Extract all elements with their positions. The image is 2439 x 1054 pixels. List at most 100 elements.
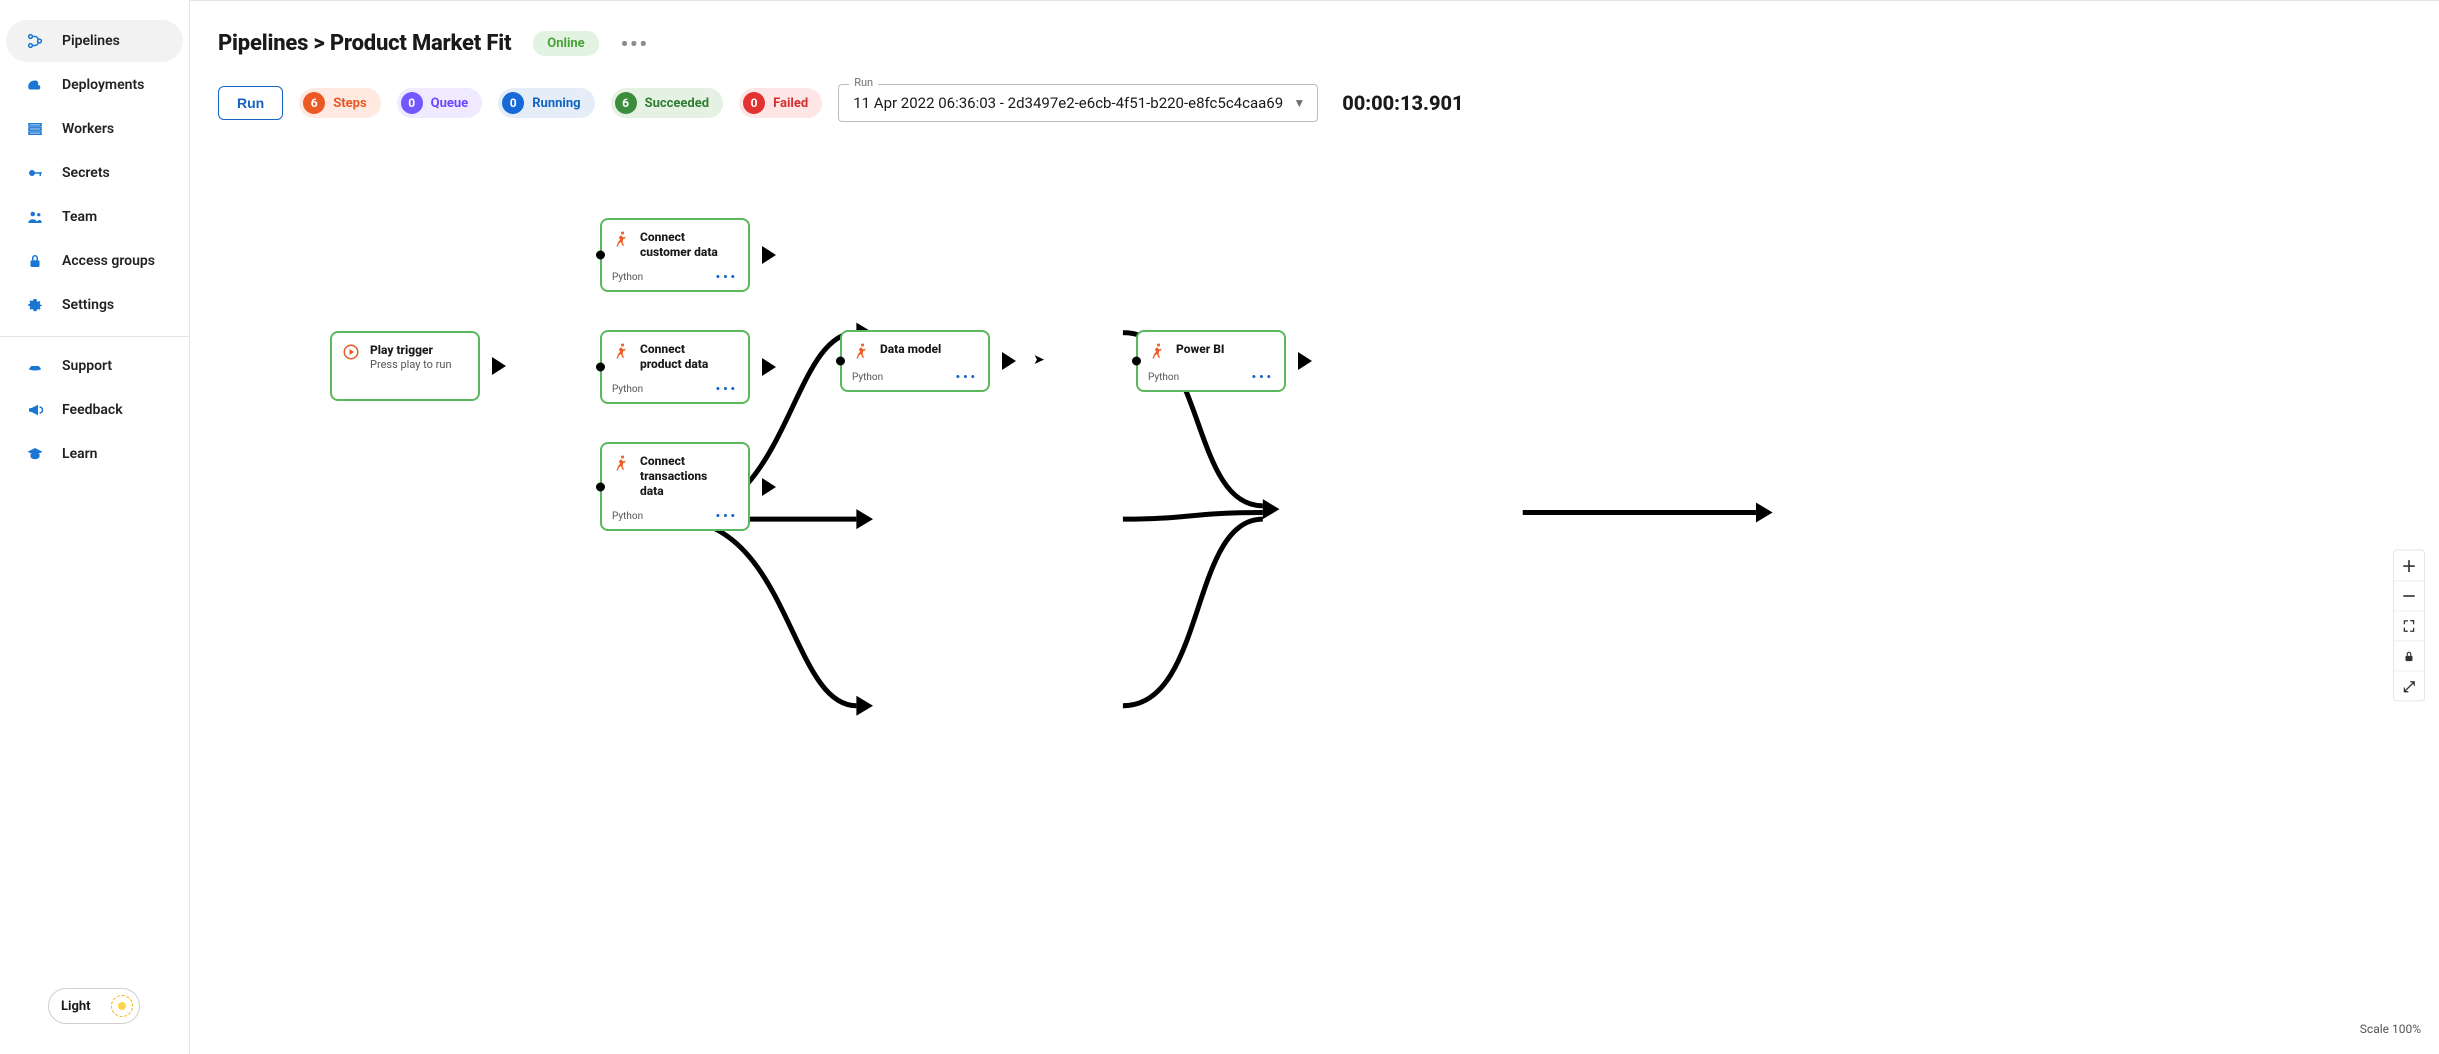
scale-label: Scale 100% — [2360, 1022, 2421, 1036]
node-menu-button[interactable]: ••• — [716, 270, 738, 284]
chip-succeeded-label: Succeeded — [645, 96, 710, 111]
toolbar: Run 6 Steps 0 Queue 0 Running 6 Succeede… — [190, 76, 2439, 136]
node-title: Connect transactions data — [640, 454, 728, 499]
sidebar-item-support[interactable]: Support — [6, 345, 183, 387]
run-button[interactable]: Run — [218, 86, 283, 120]
chip-steps-count: 6 — [303, 92, 325, 114]
status-badge: Online — [533, 31, 598, 56]
chip-queue-label: Queue — [431, 96, 469, 111]
node-lang: Python — [612, 384, 643, 395]
sidebar-item-workers[interactable]: Workers — [6, 108, 183, 150]
runner-icon — [1148, 342, 1166, 360]
secrets-icon — [26, 164, 44, 182]
node-connect-transactions-data[interactable]: Connect transactions data Python ••• — [600, 442, 750, 531]
run-select-legend: Run — [849, 76, 878, 89]
sidebar-item-label: Access groups — [62, 253, 155, 269]
sidebar-item-deployments[interactable]: Deployments — [6, 64, 183, 106]
sidebar-item-settings[interactable]: Settings — [6, 284, 183, 326]
sidebar-item-label: Team — [62, 209, 97, 225]
lock-canvas-button[interactable] — [2394, 640, 2424, 670]
support-icon — [26, 357, 44, 375]
sidebar-item-access-groups[interactable]: Access groups — [6, 240, 183, 282]
chip-failed[interactable]: 0 Failed — [739, 88, 822, 118]
chip-failed-label: Failed — [773, 96, 808, 111]
header-menu-button[interactable]: ••• — [621, 38, 649, 50]
sidebar-item-label: Feedback — [62, 402, 123, 418]
megaphone-icon — [26, 401, 44, 419]
node-menu-button[interactable]: ••• — [1252, 370, 1274, 384]
node-input-port[interactable] — [836, 357, 845, 366]
sidebar-divider — [0, 336, 189, 337]
node-lang: Python — [1148, 372, 1179, 383]
sidebar-item-team[interactable]: Team — [6, 196, 183, 238]
sidebar-item-label: Deployments — [62, 77, 144, 93]
zoom-out-button[interactable]: － — [2394, 580, 2424, 610]
play-icon — [342, 343, 360, 361]
node-output-port[interactable] — [762, 246, 776, 264]
node-input-port[interactable] — [596, 363, 605, 372]
node-title: Connect product data — [640, 342, 728, 372]
chevron-down-icon: ▼ — [1293, 96, 1305, 110]
canvas[interactable]: Play trigger Press play to run Connect c… — [190, 136, 2439, 1054]
node-input-port[interactable] — [596, 251, 605, 260]
node-output-port[interactable] — [492, 357, 506, 375]
canvas-controls: ＋ － ⛶ ⤢ — [2393, 549, 2425, 701]
node-menu-button[interactable]: ••• — [716, 382, 738, 396]
node-output-port[interactable] — [1298, 352, 1312, 370]
node-connect-product-data[interactable]: Connect product data Python ••• — [600, 330, 750, 404]
main-area: Pipelines > Product Market Fit Online ••… — [190, 0, 2439, 1054]
chip-failed-count: 0 — [743, 92, 765, 114]
chip-steps-label: Steps — [333, 96, 366, 111]
run-duration: 00:00:13.901 — [1342, 91, 1463, 115]
chip-succeeded-count: 6 — [615, 92, 637, 114]
team-icon — [26, 208, 44, 226]
cursor-icon: ➤ — [1033, 352, 1045, 368]
runner-icon — [612, 230, 630, 248]
sidebar-item-pipelines[interactable]: Pipelines — [6, 20, 183, 62]
chip-running[interactable]: 0 Running — [498, 88, 594, 118]
node-output-port[interactable] — [762, 358, 776, 376]
theme-toggle[interactable]: Light — [48, 988, 140, 1024]
chip-succeeded[interactable]: 6 Succeeded — [611, 88, 724, 118]
runner-icon — [612, 342, 630, 360]
sidebar-item-learn[interactable]: Learn — [6, 433, 183, 475]
sidebar-item-secrets[interactable]: Secrets — [6, 152, 183, 194]
gear-icon — [26, 296, 44, 314]
sidebar-main-group: Pipelines Deployments Workers Secrets Te — [0, 20, 189, 328]
node-input-port[interactable] — [1132, 357, 1141, 366]
fullscreen-button[interactable]: ⤢ — [2394, 670, 2424, 700]
node-data-model[interactable]: Data model Python ••• — [840, 330, 990, 392]
pipelines-icon — [26, 32, 44, 50]
sun-icon — [111, 995, 133, 1017]
breadcrumb: Pipelines > Product Market Fit — [218, 31, 511, 56]
deployments-icon — [26, 76, 44, 94]
node-menu-button[interactable]: ••• — [956, 370, 978, 384]
sidebar: Pipelines Deployments Workers Secrets Te — [0, 0, 190, 1054]
fit-view-button[interactable]: ⛶ — [2394, 610, 2424, 640]
chip-queue[interactable]: 0 Queue — [397, 88, 483, 118]
node-title: Power BI — [1176, 342, 1224, 357]
zoom-in-button[interactable]: ＋ — [2394, 550, 2424, 580]
sidebar-item-feedback[interactable]: Feedback — [6, 389, 183, 431]
node-title: Connect customer data — [640, 230, 728, 260]
sidebar-item-label: Workers — [62, 121, 114, 137]
node-output-port[interactable] — [762, 478, 776, 496]
runner-icon — [612, 454, 630, 472]
node-input-port[interactable] — [596, 482, 605, 491]
node-play-trigger[interactable]: Play trigger Press play to run — [330, 331, 480, 401]
node-menu-button[interactable]: ••• — [716, 509, 738, 523]
sidebar-item-label: Settings — [62, 297, 114, 313]
sidebar-item-label: Pipelines — [62, 33, 120, 49]
sidebar-support-group: Support Feedback Learn — [0, 345, 189, 477]
node-output-port[interactable] — [1002, 352, 1016, 370]
node-lang: Python — [612, 272, 643, 283]
sidebar-item-label: Secrets — [62, 165, 110, 181]
run-select[interactable]: Run 11 Apr 2022 06:36:03 - 2d3497e2-e6cb… — [838, 84, 1318, 122]
lock-icon — [26, 252, 44, 270]
sidebar-item-label: Learn — [62, 446, 97, 462]
chip-steps[interactable]: 6 Steps — [299, 88, 380, 118]
runner-icon — [852, 342, 870, 360]
node-connect-customer-data[interactable]: Connect customer data Python ••• — [600, 218, 750, 292]
node-power-bi[interactable]: Power BI Python ••• — [1136, 330, 1286, 392]
node-title: Data model — [880, 342, 941, 357]
